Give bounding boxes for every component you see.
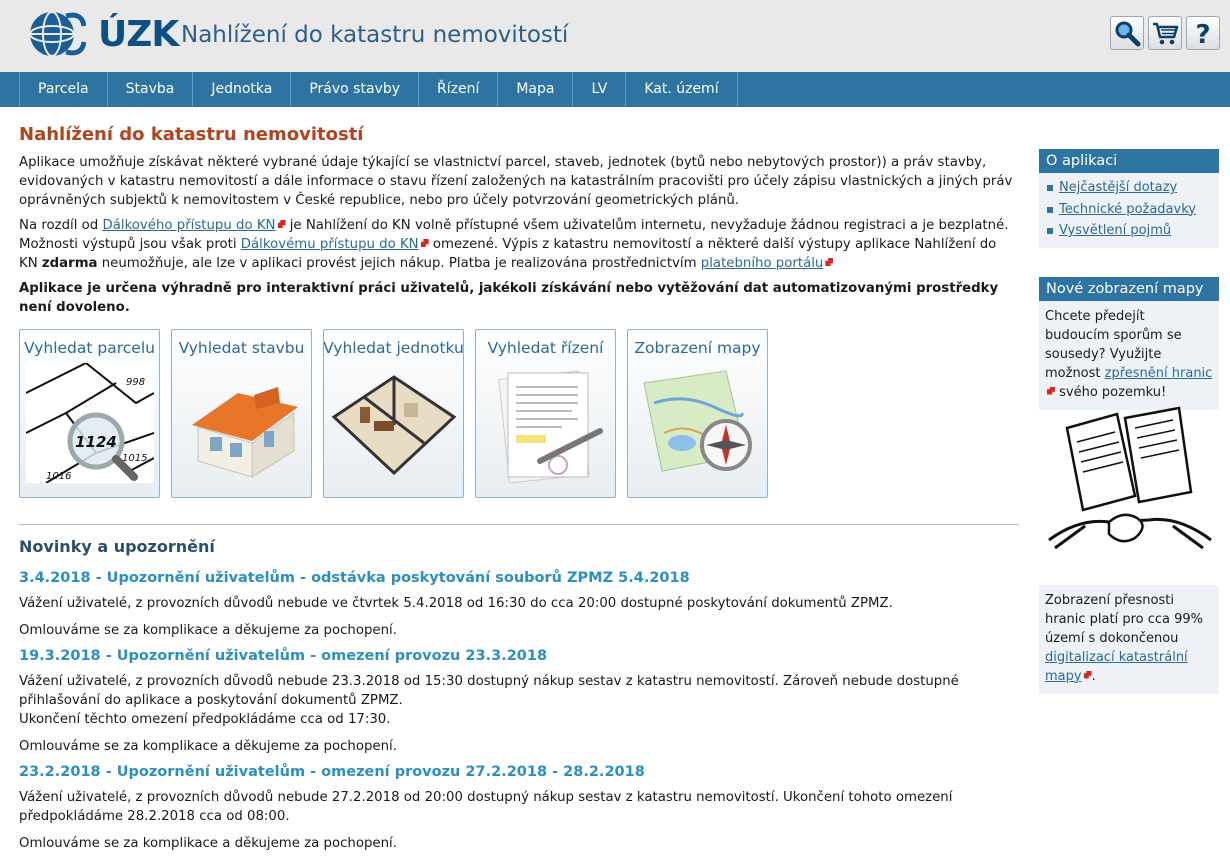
apartment-floorplan-icon xyxy=(331,375,456,476)
new-map-title: Nové zobrazení mapy xyxy=(1039,276,1219,301)
news-body: Vážení uživatelé, z provozních důvodů ne… xyxy=(19,596,893,611)
main-nav: Parcela Stavba Jednotka Právo stavby Říz… xyxy=(0,72,1230,107)
about-title: O aplikaci xyxy=(1039,149,1219,173)
tile-label: Vyhledat řízení xyxy=(487,339,604,357)
main-content: Nahlížení do katastru nemovitostí Aplika… xyxy=(19,124,1019,861)
tile-search-proceedings[interactable]: Vyhledat řízení xyxy=(475,329,616,498)
house-icon xyxy=(191,387,298,478)
svg-text:998: 998 xyxy=(126,377,145,388)
nav-jednotka[interactable]: Jednotka xyxy=(192,72,290,107)
news-closing: Omlouváme se za komplikace a děkujeme za… xyxy=(19,623,397,638)
tile-label: Vyhledat jednotku xyxy=(323,339,464,357)
tile-label: Vyhledat parcelu xyxy=(24,339,155,357)
handshake-illustration xyxy=(1039,400,1219,565)
document-pen-icon xyxy=(497,370,603,483)
new-map-text: Chcete předejít budoucím sporům se souse… xyxy=(1045,308,1213,400)
tile-map-view[interactable]: Zobrazení mapy xyxy=(627,329,768,498)
news-title-link[interactable]: 3.4.2018 - Upozornění uživatelům - odstá… xyxy=(19,570,1019,586)
about-links: Nejčastější dotazy Technické požadavky V… xyxy=(1039,173,1219,248)
about-box: O aplikaci Nejčastější dotazy Technické … xyxy=(1039,149,1219,248)
glossary-link[interactable]: Vysvětlení pojmů xyxy=(1059,223,1171,238)
header: ÚZK Nahlížení do katastru nemovitostí ? xyxy=(0,0,1230,72)
tile-search-parcel[interactable]: Vyhledat parcelu 998 1015 1016 1124 xyxy=(19,329,160,498)
section-divider xyxy=(19,524,1019,525)
news-heading: Novinky a upozornění xyxy=(19,537,215,556)
svg-text:?: ? xyxy=(1195,20,1210,47)
access-text: Na rozdíl od Dálkového přístupu do KN je… xyxy=(19,218,1009,271)
search-tiles: Vyhledat parcelu 998 1015 1016 1124 Vyhl… xyxy=(19,329,1019,498)
app-title: Nahlížení do katastru nemovitostí xyxy=(181,22,569,48)
search-icon xyxy=(1115,21,1141,47)
news-closing: Omlouváme se za komplikace a děkujeme za… xyxy=(19,739,397,754)
logo-text: ÚZK xyxy=(98,14,179,55)
accuracy-text: Zobrazení přesnosti hranic platí pro cca… xyxy=(1045,592,1204,684)
cuzk-logo[interactable]: ÚZK xyxy=(26,6,179,62)
nav-pravo-stavby[interactable]: Právo stavby xyxy=(290,72,418,107)
nav-mapa[interactable]: Mapa xyxy=(497,72,572,107)
list-item: Nejčastější dotazy xyxy=(1045,177,1219,199)
nav-parcela[interactable]: Parcela xyxy=(19,72,107,107)
header-toolbar: ? xyxy=(1110,16,1220,50)
automation-warning: Aplikace je určena výhradně pro interakt… xyxy=(19,281,999,315)
cart-button[interactable] xyxy=(1148,16,1182,50)
svg-text:1015: 1015 xyxy=(122,453,147,464)
help-button[interactable]: ? xyxy=(1186,16,1220,50)
new-map-box: Nové zobrazení mapy Chcete předejít budo… xyxy=(1039,276,1219,410)
nav-lv[interactable]: LV xyxy=(572,72,625,107)
sidebar: O aplikaci Nejčastější dotazy Technické … xyxy=(1039,149,1219,723)
cart-icon xyxy=(1153,22,1179,45)
svg-text:1124: 1124 xyxy=(75,433,117,451)
faq-link[interactable]: Nejčastější dotazy xyxy=(1059,180,1177,195)
globe-icon xyxy=(29,11,87,57)
news-item: 3.4.2018 - Upozornění uživatelům - odstá… xyxy=(19,570,1019,640)
accuracy-box: Zobrazení přesnosti hranic platí pro cca… xyxy=(1039,584,1219,694)
contract-handshake-icon xyxy=(1048,406,1212,549)
tech-requirements-link[interactable]: Technické požadavky xyxy=(1059,202,1196,217)
help-icon: ? xyxy=(1195,20,1210,47)
map-compass-icon xyxy=(642,370,752,472)
nav-stavba[interactable]: Stavba xyxy=(106,72,193,107)
nav-kat-uzemi[interactable]: Kat. území xyxy=(625,72,738,107)
svg-text:1016: 1016 xyxy=(46,471,71,482)
news-body: Vážení uživatelé, z provozních důvodů ne… xyxy=(19,674,959,708)
payment-portal-link[interactable]: platebního portálu xyxy=(701,256,834,271)
digitization-link[interactable]: digitalizací katastrální mapy xyxy=(1045,650,1188,684)
nav-rizeni[interactable]: Řízení xyxy=(418,72,497,107)
page-title: Nahlížení do katastru nemovitostí xyxy=(19,124,364,145)
list-item: Vysvětlení pojmů xyxy=(1045,220,1219,242)
news-body: Ukončení těchto omezení předpokládáme cc… xyxy=(19,712,391,727)
parcel-map-magnifier-icon: 998 1015 1016 1124 xyxy=(25,363,154,483)
news-closing: Omlouváme se za komplikace a děkujeme za… xyxy=(19,836,397,851)
news-body: Vážení uživatelé, z provozních důvodů ne… xyxy=(19,790,953,824)
remote-access-link-2[interactable]: Dálkovému přístupu do KN xyxy=(241,237,429,252)
search-button[interactable] xyxy=(1110,16,1144,50)
tile-label: Zobrazení mapy xyxy=(634,339,761,357)
tile-search-unit[interactable]: Vyhledat jednotku xyxy=(323,329,464,498)
tile-search-building[interactable]: Vyhledat stavbu xyxy=(171,329,312,498)
tile-label: Vyhledat stavbu xyxy=(178,339,305,357)
intro-text: Aplikace umožňuje získávat některé vybra… xyxy=(19,155,1013,208)
list-item: Technické požadavky xyxy=(1045,199,1219,221)
remote-access-link-1[interactable]: Dálkového přístupu do KN xyxy=(102,218,285,233)
news-title-link[interactable]: 19.3.2018 - Upozornění uživatelům - omez… xyxy=(19,648,1019,664)
news-item: 19.3.2018 - Upozornění uživatelům - omez… xyxy=(19,648,1019,756)
news-title-link[interactable]: 23.2.2018 - Upozornění uživatelům - omez… xyxy=(19,764,1019,780)
news-item: 23.2.2018 - Upozornění uživatelům - omez… xyxy=(19,764,1019,853)
